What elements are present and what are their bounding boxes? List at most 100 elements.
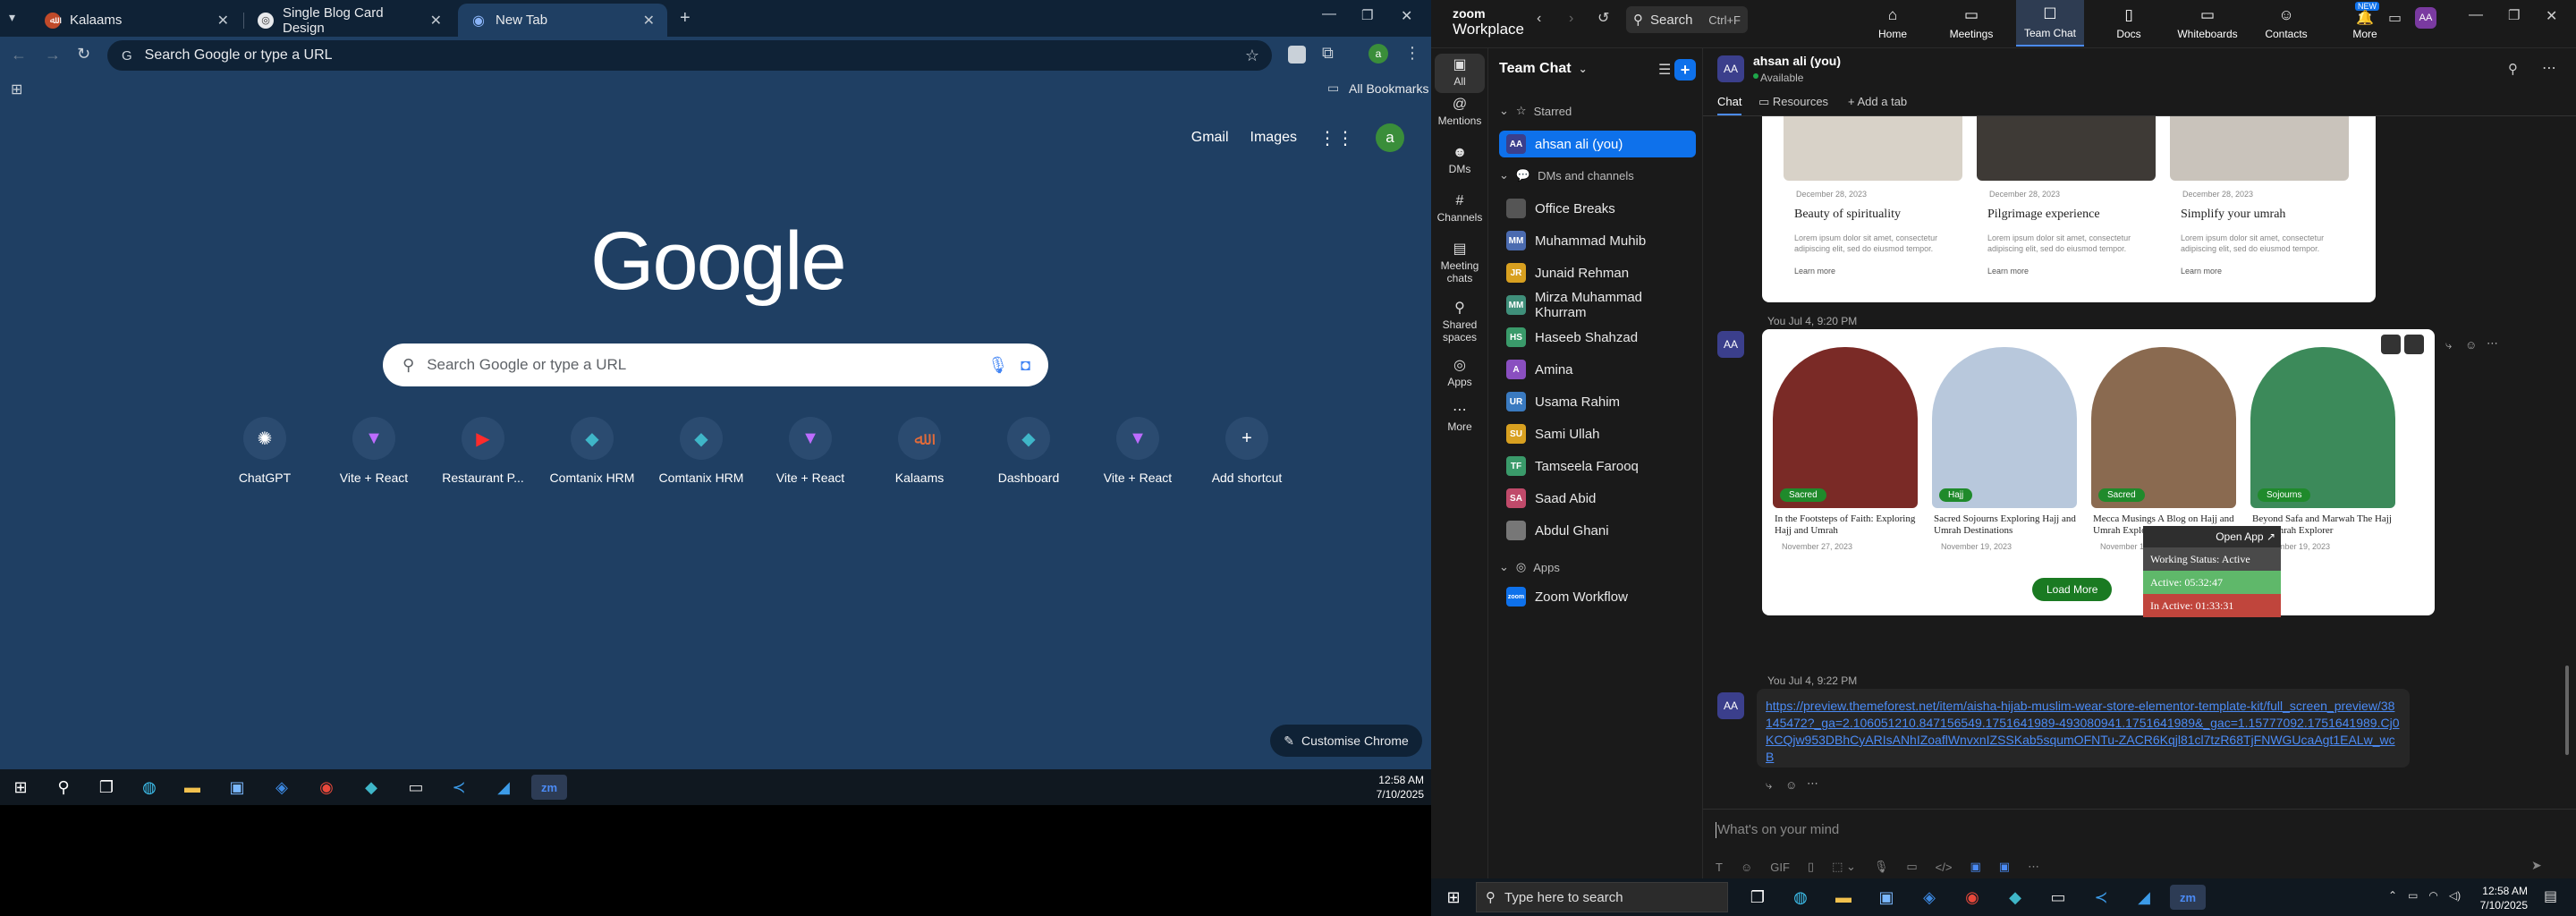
scrollbar[interactable] (2565, 666, 2569, 755)
app-icon[interactable]: ◆ (2002, 885, 2029, 910)
shortcut-tile[interactable]: + Add shortcut (1197, 411, 1297, 485)
sidebar-item-dm[interactable]: HS Haseeb Shahzad (1499, 324, 1696, 351)
puzzle-icon[interactable]: ⧉ (1322, 44, 1334, 63)
shortcut-tile[interactable]: ✺ ChatGPT (215, 411, 315, 485)
shortcut-tile[interactable]: ﷲ Kalaams (869, 411, 970, 485)
task-view-icon[interactable]: ❐ (1744, 885, 1771, 910)
sidebar-item-dm[interactable]: MM Mirza Muhammad Khurram (1499, 290, 1696, 320)
format-icon[interactable]: T (1716, 861, 1723, 874)
sidebar-item-zoom-workflow[interactable]: zoom Zoom Workflow (1499, 583, 1696, 610)
close-window-icon[interactable]: ✕ (1401, 7, 1412, 25)
rail-apps[interactable]: ◎ Apps (1435, 359, 1485, 389)
bell-icon[interactable]: 🔔 (2356, 9, 2374, 27)
user-avatar[interactable]: AA (2415, 7, 2436, 29)
new-chat-plus-icon[interactable]: + (1674, 59, 1696, 81)
vscode-icon[interactable]: ≺ (445, 775, 472, 800)
new-tab-plus-icon[interactable]: + (680, 8, 691, 29)
shortcut-tile[interactable]: ◆ Dashboard (979, 411, 1079, 485)
rail-channels[interactable]: # Channels (1435, 194, 1485, 225)
outlook-icon[interactable]: ◈ (1916, 885, 1943, 910)
nav-team-chat[interactable]: ☐ Team Chat (2016, 0, 2084, 47)
edge-icon[interactable]: ◍ (1787, 885, 1814, 910)
nav-home[interactable]: ⌂ Home (1859, 0, 1927, 47)
back-icon[interactable]: ← (11, 46, 27, 64)
sidebar-item-dm[interactable]: Abdul Ghani (1499, 517, 1696, 544)
file-icon[interactable]: ▯ (1808, 860, 1814, 874)
apps-grid-icon[interactable]: ⊞ (11, 81, 22, 98)
omnibox[interactable]: G Search Google or type a URL ☆ (107, 40, 1272, 71)
bookmark-star-icon[interactable]: ☆ (1245, 47, 1259, 65)
audio-icon[interactable]: 🎙 (1874, 860, 1889, 874)
kebab-menu-icon[interactable]: ⋮ (1404, 44, 1420, 63)
shortcut-tile[interactable]: ◆ Comtanix HRM (651, 411, 751, 485)
sidebar-item-dm[interactable]: SA Saad Abid (1499, 485, 1696, 512)
chevron-up-icon[interactable]: ⌃ (2388, 889, 2397, 902)
minimize-icon[interactable]: — (1322, 6, 1336, 22)
tab-kalaams[interactable]: ﷲ Kalaams ✕ (32, 4, 242, 37)
forward-icon[interactable]: › (1569, 11, 1573, 27)
nav-whiteboards[interactable]: ▭ Whiteboards (2174, 0, 2241, 47)
search-icon[interactable]: ⚲ (2508, 61, 2518, 77)
apps-section[interactable]: ⌄ ◎ Apps (1499, 560, 1560, 574)
notification-icon[interactable]: ▤ (2544, 887, 2557, 905)
windows-start-icon[interactable]: ⊞ (7, 775, 34, 800)
more-icon[interactable]: ⋯ (2487, 336, 2498, 351)
gif-icon[interactable]: GIF (1770, 861, 1790, 874)
sidebar-item-dm[interactable]: A Amina (1499, 356, 1696, 383)
more-icon[interactable]: ⋯ (1807, 776, 1818, 791)
image-action-icon[interactable] (2381, 335, 2401, 354)
open-app-button[interactable]: Open App ↗ (2143, 526, 2281, 547)
sidebar-item-dm[interactable]: SU Sami Ullah (1499, 420, 1696, 447)
file-explorer-icon[interactable]: ▬ (179, 775, 206, 800)
history-icon[interactable]: ↺ (1597, 9, 1609, 27)
vscode-icon[interactable]: ≺ (2088, 885, 2114, 910)
close-icon[interactable]: ✕ (643, 12, 655, 30)
send-icon[interactable]: ➤ (2531, 858, 2542, 873)
minimize-icon[interactable]: — (2469, 7, 2483, 23)
store-icon[interactable]: ▣ (1873, 885, 1900, 910)
terminal-icon[interactable]: ▭ (402, 775, 429, 800)
sidebar-item-dm[interactable]: JR Junaid Rehman (1499, 259, 1696, 286)
image-action-icon[interactable] (2404, 335, 2424, 354)
extension-icon[interactable] (1288, 46, 1306, 64)
emoji-icon[interactable]: ☺ (2465, 338, 2477, 352)
zoom-taskbar-icon[interactable]: zm (2170, 885, 2206, 910)
tab-search-icon[interactable]: ▾ (9, 10, 15, 25)
close-icon[interactable]: ✕ (430, 12, 442, 30)
sidebar-item-dm[interactable]: TF Tamseela Farooq (1499, 453, 1696, 479)
reload-icon[interactable]: ↻ (77, 45, 90, 64)
chrome-taskbar-icon[interactable]: ◉ (1959, 885, 1986, 910)
sidebar-item-dm[interactable]: UR Usama Rahim (1499, 388, 1696, 415)
code-icon[interactable]: </> (1936, 861, 1953, 874)
file-explorer-icon[interactable]: ▬ (1830, 885, 1857, 910)
starred-section[interactable]: ⌄ ☆ Starred (1499, 104, 1572, 118)
zoom-search[interactable]: ⚲ Search Ctrl+F (1626, 6, 1748, 33)
profile-avatar[interactable]: a (1368, 44, 1388, 64)
edge-icon[interactable]: ◍ (136, 775, 163, 800)
rail-dms[interactable]: ☻ DMs (1435, 146, 1485, 176)
more-icon[interactable]: ⋯ (2028, 860, 2039, 874)
taskbar-search-icon[interactable]: ⚲ (50, 775, 77, 800)
rail-all[interactable]: ▣ All (1435, 54, 1485, 93)
google-lens-icon[interactable]: ◘ (1021, 356, 1030, 375)
rail-mentions[interactable]: @ Mentions (1435, 98, 1485, 128)
shortcut-tile[interactable]: ▼ Vite + React (760, 411, 860, 485)
battery-icon[interactable]: ▭ (2408, 889, 2418, 902)
images-link[interactable]: Images (1250, 130, 1297, 146)
rail-meeting-chats[interactable]: ▤ Meeting chats (1435, 242, 1485, 285)
chat-name[interactable]: ahsan ali (you) (1753, 54, 1841, 68)
dms-section[interactable]: ⌄ 💬 DMs and channels (1499, 168, 1634, 182)
sidebar-item-dm[interactable]: Office Breaks (1499, 195, 1696, 222)
maximize-icon[interactable]: ❐ (1361, 7, 1373, 23)
rail-more[interactable]: ⋯ More (1435, 403, 1485, 434)
reply-icon[interactable]: ⤷ (1766, 778, 1772, 793)
emoji-icon[interactable]: ☺ (1785, 778, 1797, 792)
chrome-taskbar-icon[interactable]: ◉ (313, 775, 340, 800)
sidebar-item-dm[interactable]: MM Muhammad Muhib (1499, 227, 1696, 254)
more-icon[interactable]: ⋯ (2542, 59, 2556, 77)
windows-start-icon[interactable]: ⊞ (1440, 885, 1467, 910)
maximize-icon[interactable]: ❐ (2508, 7, 2520, 23)
tab-new-tab[interactable]: ◉ New Tab ✕ (458, 4, 667, 37)
outlook-icon[interactable]: ◈ (268, 775, 295, 800)
reply-icon[interactable]: ⤷ (2445, 338, 2452, 352)
